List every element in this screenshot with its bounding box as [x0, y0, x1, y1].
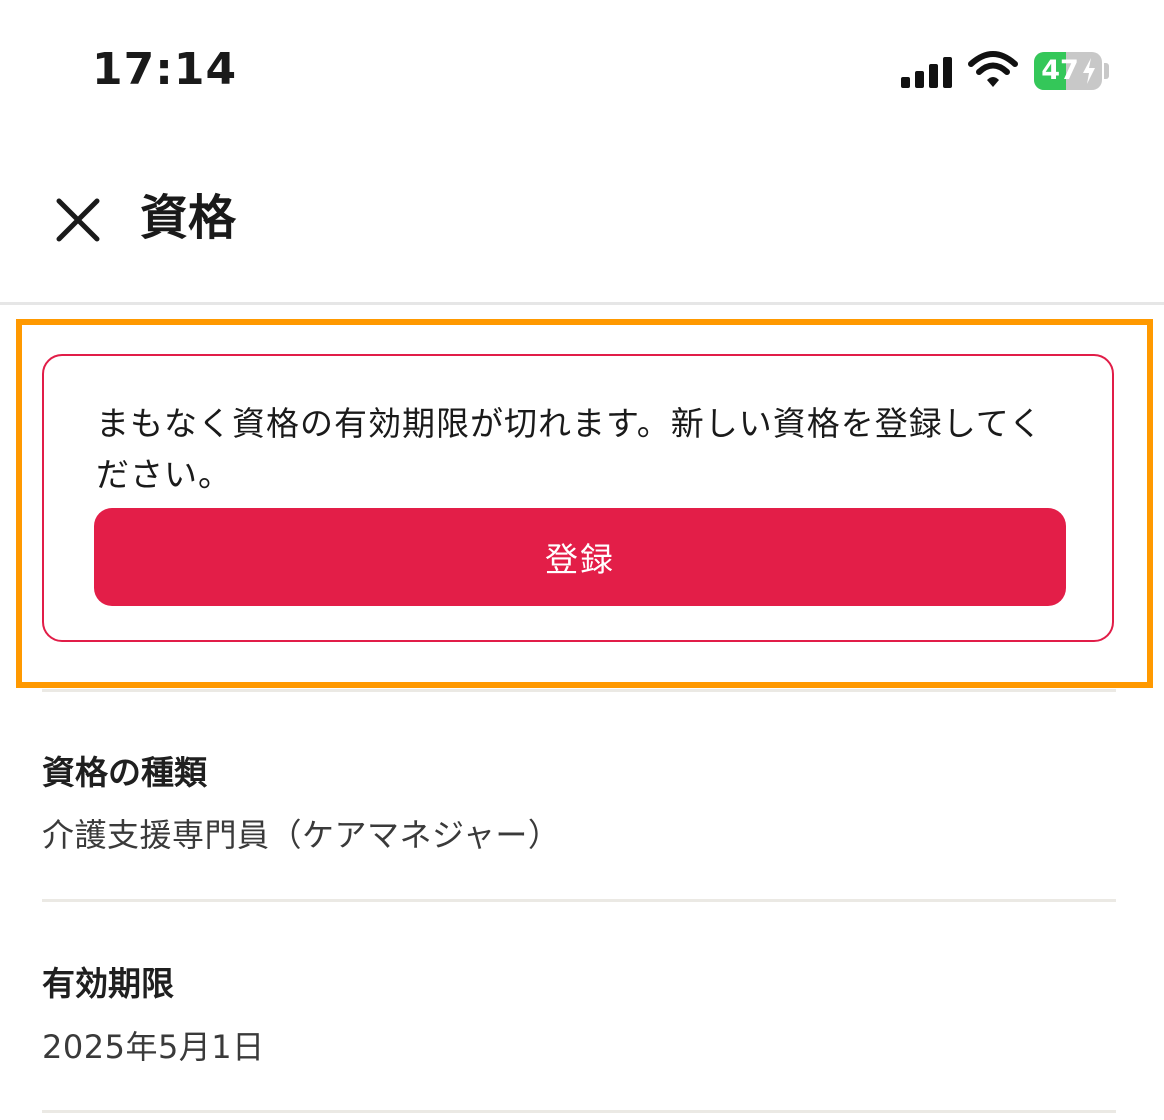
qualification-type-value: 介護支援専門員（ケアマネジャー）: [42, 816, 561, 854]
divider: [42, 1110, 1116, 1113]
divider: [42, 899, 1116, 902]
battery-cap: [1104, 63, 1109, 79]
close-button[interactable]: [54, 196, 102, 244]
register-button[interactable]: 登録: [94, 508, 1066, 606]
expiry-alert-message: まもなく資格の有効期限が切れます。新しい資格を登録してください。: [96, 404, 1043, 494]
charging-bolt-icon: [1083, 58, 1095, 84]
qualification-type-label: 資格の種類: [42, 753, 207, 792]
status-bar: 17:14 47: [0, 0, 1164, 140]
battery-charging-icon: 47: [1034, 52, 1102, 90]
divider: [42, 689, 1116, 692]
battery-level-text: 47: [1041, 55, 1079, 86]
close-icon: [56, 198, 100, 242]
expiry-date-value: 2025年5月1日: [42, 1028, 265, 1066]
page-title: 資格: [140, 190, 237, 246]
wifi-icon: [968, 51, 1018, 87]
expiry-date-label: 有効期限: [42, 964, 174, 1003]
header: 資格: [0, 140, 1164, 305]
status-time: 17:14: [92, 44, 238, 95]
signal-icon: [901, 56, 953, 88]
expiry-alert-card: まもなく資格の有効期限が切れます。新しい資格を登録してください。 登録: [42, 354, 1114, 642]
